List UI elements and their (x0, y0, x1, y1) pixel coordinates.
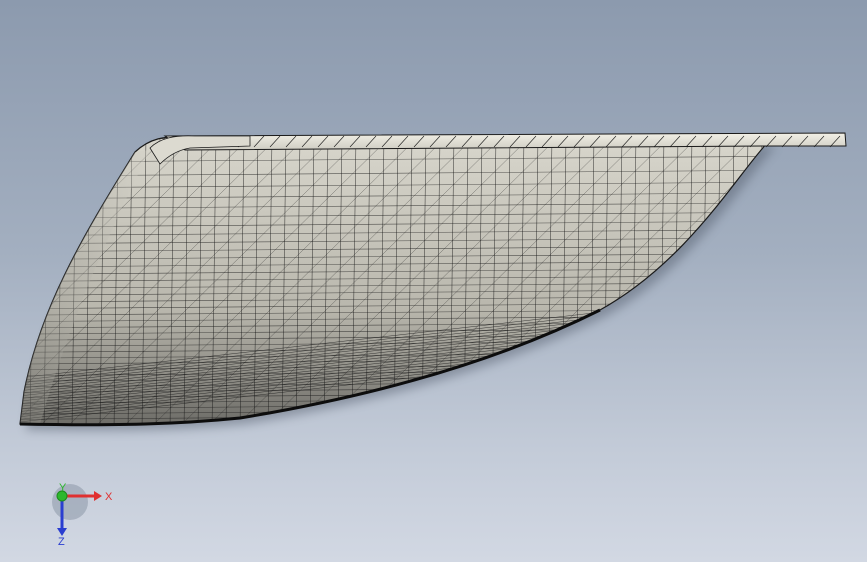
orientation-triad[interactable]: X Y Z (48, 482, 118, 546)
mesh-edge (735, 136, 770, 425)
fin-model[interactable] (0, 132, 867, 430)
mesh-edge (757, 136, 763, 425)
mesh-edge (772, 135, 776, 430)
x-axis-label: X (105, 491, 113, 503)
x-axis-arrow-icon (94, 491, 102, 501)
mesh-edge (20, 136, 29, 425)
mesh-edge (20, 136, 21, 425)
graphics-viewport[interactable] (0, 0, 867, 562)
mesh-edge (763, 136, 770, 425)
z-axis-arrow-icon (57, 528, 67, 536)
z-axis-label: Z (58, 536, 65, 546)
triad-shadow (52, 484, 88, 520)
y-axis-label: Y (59, 482, 67, 494)
